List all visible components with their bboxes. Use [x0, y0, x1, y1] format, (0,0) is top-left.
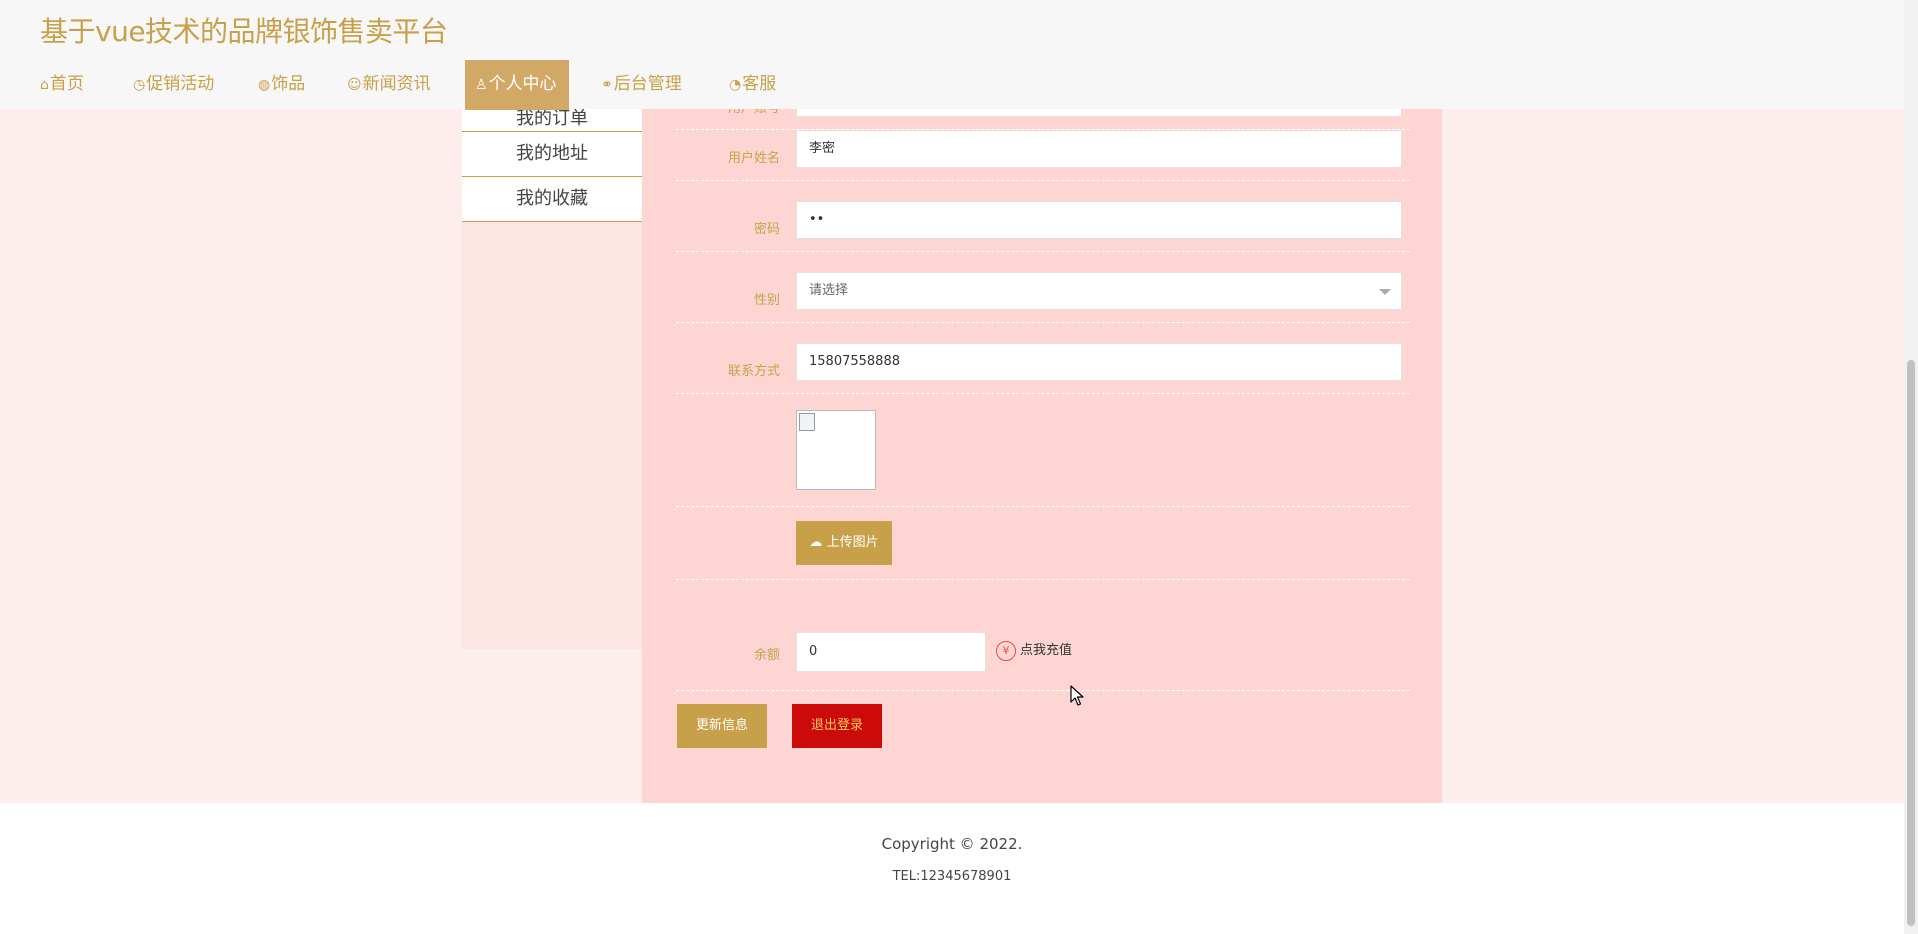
form-row-password: 密码 •• [676, 201, 1410, 252]
main-content: 我的订单 我的地址 我的收藏 用户账号 11 用户姓名 李密 密码 •• 性别 … [0, 79, 1904, 803]
face-icon: ☺ [347, 77, 362, 93]
name-label: 用户姓名 [727, 151, 780, 166]
name-input[interactable]: 李密 [796, 130, 1402, 168]
tel-text: TEL:12345678901 [892, 869, 1012, 884]
clock-icon: ◷ [133, 77, 146, 93]
copyright-text: Copyright © 2022. [881, 835, 1023, 853]
nav-item-profile[interactable]: ♙个人中心 [465, 60, 569, 110]
nav-item-news[interactable]: ☺新闻资讯 [347, 60, 431, 110]
profile-form: 用户账号 11 用户姓名 李密 密码 •• 性别 请选择 联系方式 158075… [642, 79, 1442, 803]
form-row-gender: 性别 请选择 [676, 272, 1410, 323]
mouse-cursor-icon [1070, 685, 1084, 706]
nav-item-admin[interactable]: ⚭后台管理 [601, 60, 682, 110]
page-scrollbar[interactable] [1904, 0, 1918, 934]
home-icon: ⌂ [40, 77, 49, 93]
gender-select[interactable]: 请选择 [796, 272, 1402, 310]
nav-item-label: 首页 [49, 74, 84, 94]
globe-icon: ◍ [258, 77, 271, 93]
sidemenu-item-address[interactable]: 我的地址 [462, 132, 642, 177]
sidemenu-item-orders[interactable]: 我的订单 [462, 109, 642, 132]
form-row-upload: ☁ 上传图片 [676, 507, 1410, 580]
form-row-avatar [676, 394, 1410, 507]
profile-sidemenu: 我的订单 我的地址 我的收藏 [462, 109, 642, 649]
nav-item-label: 客服 [742, 74, 777, 94]
phone-label: 联系方式 [727, 364, 780, 379]
form-row-balance: 余额 0 ¥ 点我充值 [676, 632, 1410, 691]
chevron-down-icon [1379, 289, 1391, 295]
update-info-button[interactable]: 更新信息 [677, 704, 767, 748]
nav-item-jewelry[interactable]: ◍饰品 [258, 60, 305, 110]
nav-item-home[interactable]: ⌂首页 [40, 60, 84, 110]
gender-select-placeholder: 请选择 [809, 283, 849, 298]
avatar-image [796, 410, 876, 490]
password-label: 密码 [753, 222, 780, 237]
nav-item-label: 新闻资讯 [362, 74, 431, 94]
nav-item-label: 个人中心 [488, 74, 557, 94]
chat-icon: ◔ [729, 77, 742, 93]
sidemenu-item-favorites[interactable]: 我的收藏 [462, 177, 642, 222]
link-icon: ⚭ [601, 77, 613, 93]
user-icon: ♙ [475, 77, 488, 93]
nav-item-label: 饰品 [271, 74, 306, 94]
site-header: 基于vue技术的品牌银饰售卖平台 ⌂首页 ◷促销活动 ◍饰品 ☺新闻资讯 ♙个人… [0, 0, 1904, 110]
password-input[interactable]: •• [796, 201, 1402, 239]
gender-label: 性别 [753, 293, 780, 308]
nav-item-support[interactable]: ◔客服 [729, 60, 776, 110]
site-footer: Copyright © 2022. TEL:12345678901 [0, 803, 1904, 934]
form-row-phone: 联系方式 15807558888 [676, 343, 1410, 394]
broken-image-icon [799, 413, 815, 431]
site-title: 基于vue技术的品牌银饰售卖平台 [40, 15, 448, 48]
balance-label: 余额 [753, 648, 780, 663]
scrollbar-thumb[interactable] [1907, 360, 1915, 926]
nav-item-label: 促销活动 [146, 74, 215, 94]
nav-item-label: 后台管理 [613, 74, 682, 94]
recharge-link[interactable]: ¥ 点我充值 [996, 639, 1072, 661]
logout-button[interactable]: 退出登录 [792, 704, 882, 748]
cloud-upload-icon: ☁ [809, 535, 823, 550]
upload-image-button[interactable]: ☁ 上传图片 [796, 521, 892, 565]
balance-input[interactable]: 0 [796, 632, 986, 672]
nav-item-promotions[interactable]: ◷促销活动 [133, 60, 214, 110]
yen-icon: ¥ [996, 640, 1016, 661]
form-row-name: 用户姓名 李密 [676, 130, 1410, 181]
phone-input[interactable]: 15807558888 [796, 343, 1402, 381]
